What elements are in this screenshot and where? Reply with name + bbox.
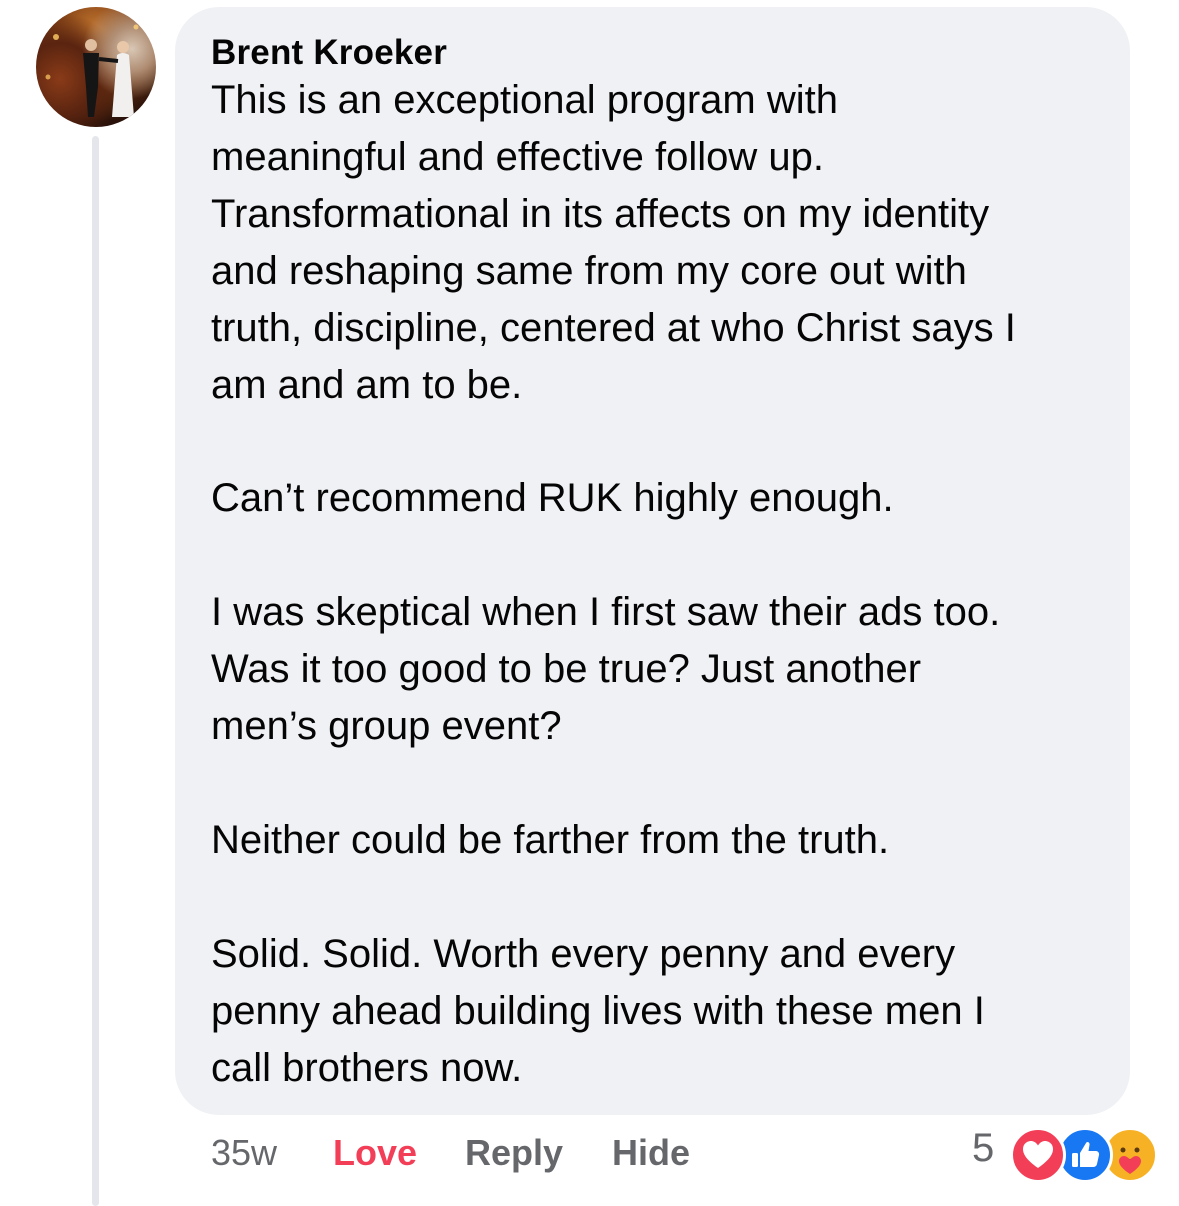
comment-paragraph-3: I was skeptical when I first saw their a… xyxy=(211,584,1111,755)
comment-line: call brothers now. xyxy=(211,1046,523,1090)
hide-button[interactable]: Hide xyxy=(612,1132,690,1174)
comment-timestamp[interactable]: 35w xyxy=(211,1132,277,1174)
comment-paragraph-5: Solid. Solid. Worth every penny and ever… xyxy=(211,926,1111,1097)
avatar[interactable] xyxy=(36,7,156,127)
comment-line: truth, discipline, centered at who Chris… xyxy=(211,306,1016,350)
comment-line: Transformational in its affects on my id… xyxy=(211,192,990,236)
comment-line: penny ahead building lives with these me… xyxy=(211,989,985,1033)
comment-line: I was skeptical when I first saw their a… xyxy=(211,590,1001,634)
comment-line: meaningful and effective follow up. xyxy=(211,135,824,179)
comment-line: am and am to be. xyxy=(211,363,523,407)
comment-line: Was it too good to be true? Just another xyxy=(211,647,922,691)
comment-line: and reshaping same from my core out with xyxy=(211,249,967,293)
comment-line: men’s group event? xyxy=(211,704,562,748)
comment-line: Neither could be farther from the truth. xyxy=(211,818,890,862)
avatar-photo xyxy=(45,24,139,117)
comment-line: Solid. Solid. Worth every penny and ever… xyxy=(211,932,956,976)
reply-button[interactable]: Reply xyxy=(465,1132,563,1174)
thread-line xyxy=(92,136,99,1206)
comment-author[interactable]: Brent Kroeker xyxy=(211,33,447,73)
love-button[interactable]: Love xyxy=(333,1132,417,1174)
comment-line: This is an exceptional program with xyxy=(211,78,838,122)
comment-line: Can’t recommend RUK highly enough. xyxy=(211,476,894,520)
comment-paragraph-2: Can’t recommend RUK highly enough. xyxy=(211,470,1111,527)
comment-paragraph-4: Neither could be farther from the truth. xyxy=(211,812,1111,869)
heart-reaction-icon[interactable] xyxy=(1010,1127,1066,1183)
comment-paragraph-1: This is an exceptional program with mean… xyxy=(211,72,1111,414)
reaction-count[interactable]: 5 xyxy=(972,1126,994,1171)
